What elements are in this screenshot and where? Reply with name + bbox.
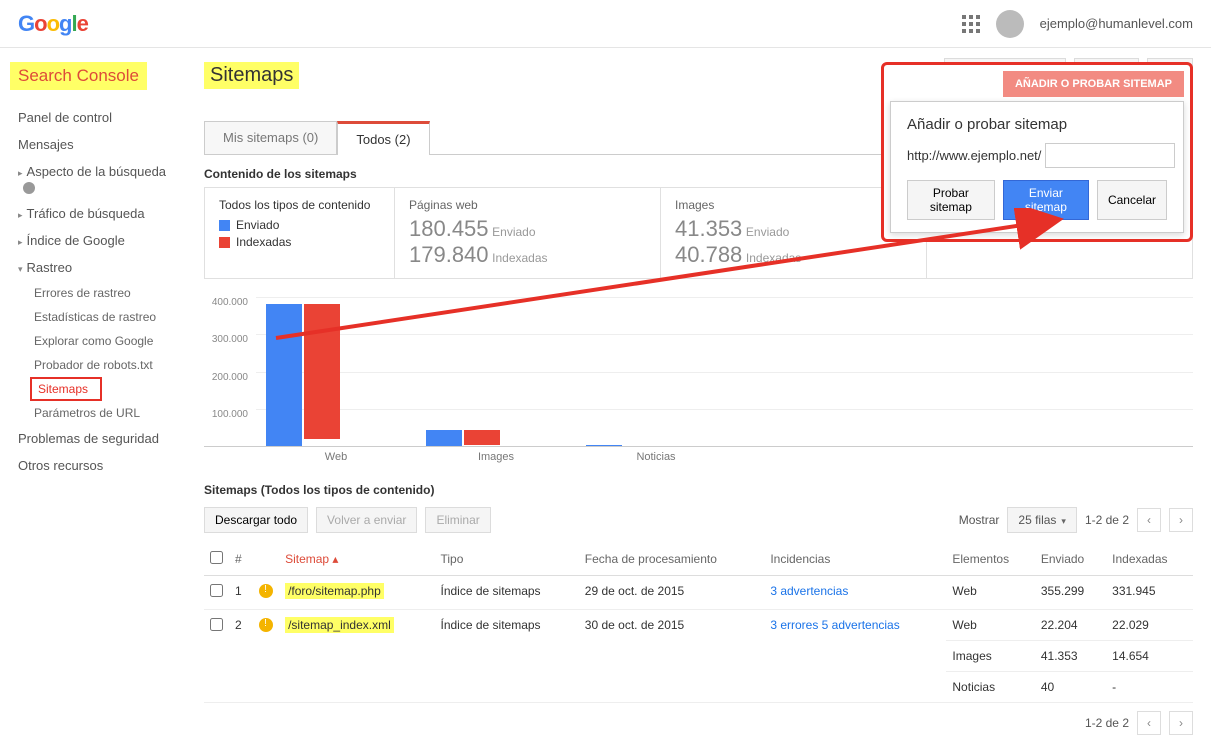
legend-box: Todos los tipos de contenido Enviado Ind…: [205, 188, 395, 278]
tab-my-sitemaps[interactable]: Mis sitemaps (0): [204, 121, 337, 154]
nav-messages[interactable]: Mensajes: [10, 131, 186, 158]
sitemap-link[interactable]: /foro/sitemap.php: [285, 583, 384, 599]
next-page-bottom[interactable]: ›: [1169, 711, 1193, 735]
nav-sitemaps[interactable]: Sitemaps: [30, 377, 102, 401]
bar-web-sent: [266, 304, 302, 446]
warning-icon: [259, 618, 273, 632]
nav-security[interactable]: Problemas de seguridad: [10, 425, 186, 452]
legend-title: Todos los tipos de contenido: [219, 198, 380, 212]
table-row: 1 /foro/sitemap.php Índice de sitemaps 2…: [204, 576, 1193, 610]
delete-button[interactable]: Eliminar: [425, 507, 490, 533]
add-sitemap-dialog: Añadir o probar sitemap http://www.ejemp…: [890, 101, 1184, 233]
nav-url-params[interactable]: Parámetros de URL: [30, 401, 186, 425]
prev-page-bottom[interactable]: ‹: [1137, 711, 1161, 735]
nav-robots-tester[interactable]: Probador de robots.txt: [30, 353, 186, 377]
nav-other[interactable]: Otros recursos: [10, 452, 186, 479]
test-sitemap-button[interactable]: Probar sitemap: [907, 180, 995, 220]
issues-link[interactable]: 3 advertencias: [770, 584, 848, 598]
nav-fetch-as-google[interactable]: Explorar como Google: [30, 329, 186, 353]
dialog-title: Añadir o probar sitemap: [907, 116, 1167, 133]
dialog-base-url: http://www.ejemplo.net/: [907, 148, 1041, 163]
sitemaps-table: # Sitemap ▴ Tipo Fecha de procesamiento …: [204, 543, 1193, 703]
app-name: Search Console: [10, 62, 147, 90]
nav-dashboard[interactable]: Panel de control: [10, 104, 186, 131]
sitemap-link[interactable]: /sitemap_index.xml: [285, 617, 394, 633]
table-row: 2 /sitemap_index.xml Índice de sitemaps …: [204, 610, 1193, 641]
legend-sent-color: [219, 220, 230, 231]
stat-web: Páginas web 180.455 Enviado 179.840 Inde…: [395, 188, 661, 278]
nav-crawl-errors[interactable]: Errores de rastreo: [30, 281, 186, 305]
nav-crawl-stats[interactable]: Estadísticas de rastreo: [30, 305, 186, 329]
next-page[interactable]: ›: [1169, 508, 1193, 532]
chart: 400.000 300.000 200.000 100.000: [204, 297, 1193, 447]
google-logo: Google: [18, 11, 88, 37]
add-test-sitemap-button[interactable]: AÑADIR O PROBAR SITEMAP: [1003, 71, 1184, 97]
user-email: ejemplo@humanlevel.com: [1040, 16, 1193, 31]
main-content: www.ejemplo.net Ayuda Sitemaps AÑADIR O …: [186, 48, 1211, 749]
bar-images-sent: [426, 430, 462, 446]
warning-icon: [259, 584, 273, 598]
legend-indexed-color: [219, 237, 230, 248]
sidebar: Search Console Panel de control Mensajes…: [0, 48, 186, 749]
download-all-button[interactable]: Descargar todo: [204, 507, 308, 533]
col-sitemap[interactable]: Sitemap ▴: [279, 543, 434, 576]
nav-crawl[interactable]: Rastreo: [10, 254, 186, 281]
avatar[interactable]: [996, 10, 1024, 38]
submit-sitemap-button[interactable]: Enviar sitemap: [1003, 180, 1089, 220]
select-all-checkbox[interactable]: [210, 551, 223, 564]
nav-google-index[interactable]: Índice de Google: [10, 227, 186, 254]
nav-search-appearance[interactable]: Aspecto de la búsqueda: [10, 158, 186, 200]
prev-page[interactable]: ‹: [1137, 508, 1161, 532]
tab-all-sitemaps[interactable]: Todos (2): [337, 121, 429, 155]
row-checkbox[interactable]: [210, 584, 223, 597]
add-sitemap-panel: AÑADIR O PROBAR SITEMAP Añadir o probar …: [881, 62, 1193, 242]
sitemap-path-input[interactable]: [1045, 143, 1175, 168]
nav-search-traffic[interactable]: Tráfico de búsqueda: [10, 200, 186, 227]
row-checkbox[interactable]: [210, 618, 223, 631]
resend-button[interactable]: Volver a enviar: [316, 507, 417, 533]
bar-news-sent: [586, 445, 622, 446]
rows-selector[interactable]: 25 filas: [1007, 507, 1077, 533]
table-title: Sitemaps (Todos los tipos de contenido): [204, 483, 1193, 497]
cancel-button[interactable]: Cancelar: [1097, 180, 1167, 220]
topbar: Google ejemplo@humanlevel.com: [0, 0, 1211, 48]
bar-images-indexed: [464, 430, 500, 445]
page-title: Sitemaps: [204, 62, 299, 89]
page-range: 1-2 de 2: [1085, 513, 1129, 527]
apps-icon[interactable]: [962, 15, 980, 33]
issues-link[interactable]: 3 errores 5 advertencias: [770, 618, 899, 632]
bar-web-indexed: [304, 304, 340, 439]
footer-range: 1-2 de 2: [1085, 716, 1129, 730]
